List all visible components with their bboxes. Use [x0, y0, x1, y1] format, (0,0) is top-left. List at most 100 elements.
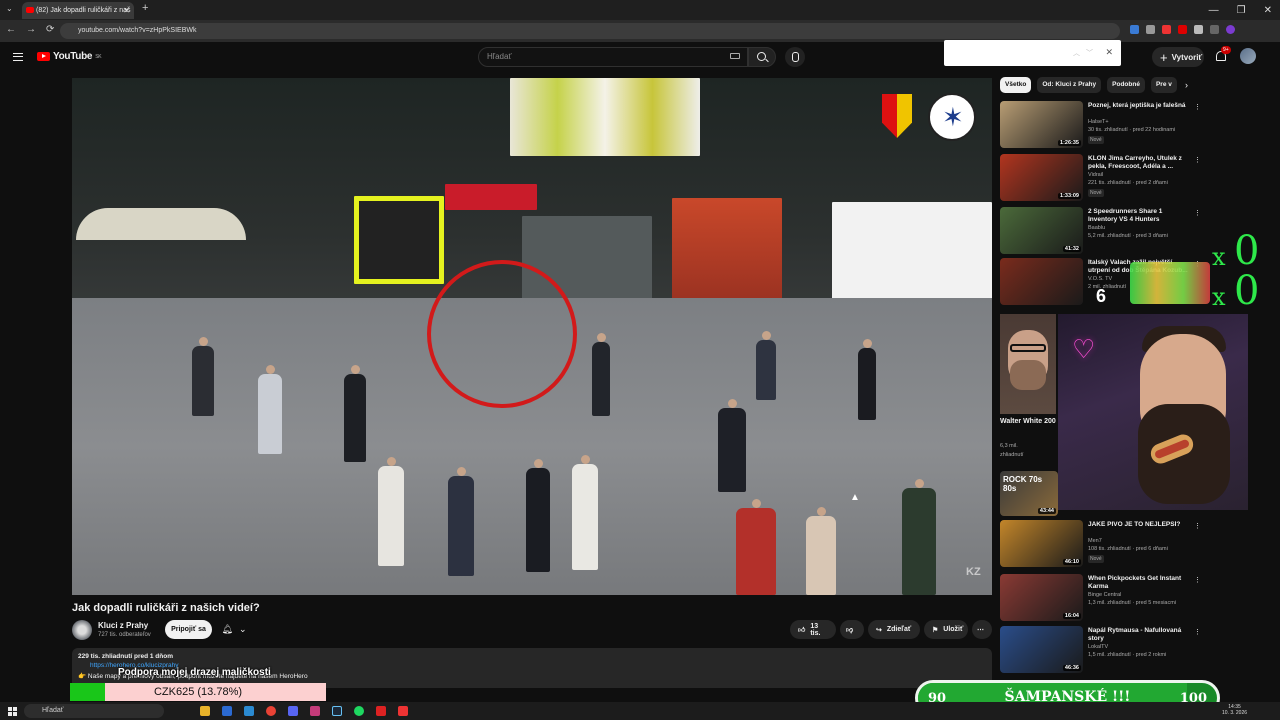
related-title[interactable]: Poznej, která jeptiška je falešná: [1088, 102, 1188, 110]
extension-icon[interactable]: [1130, 25, 1139, 34]
more-vert-icon[interactable]: ⋮: [1194, 522, 1201, 530]
windows-start-icon[interactable]: [8, 707, 17, 716]
related-stats: 221 tis. zhliadnutí · pred 2 dňami: [1088, 180, 1168, 186]
video-watermark: KZ: [966, 566, 981, 578]
youtube-logo[interactable]: YouTube SK: [37, 51, 102, 62]
scene-person: [806, 507, 836, 595]
tab-list-icon[interactable]: ⌄: [6, 4, 13, 13]
account-avatar[interactable]: [1240, 48, 1256, 64]
dislike-button[interactable]: 👎︎: [840, 620, 864, 639]
join-button[interactable]: Pripojiť sa: [165, 620, 212, 639]
save-button[interactable]: ⚑ Uložiť: [924, 620, 968, 639]
share-button[interactable]: ↪ Zdieľať: [868, 620, 920, 639]
search-button[interactable]: [748, 47, 776, 67]
steam-icon[interactable]: [332, 706, 342, 716]
app-icon[interactable]: [288, 706, 298, 716]
chip-related[interactable]: Podobné: [1107, 77, 1145, 93]
app-icon[interactable]: [310, 706, 320, 716]
related-video[interactable]: 1:26:35 Poznej, která jeptiška je falešná…: [1000, 101, 1201, 149]
app-icon[interactable]: [222, 706, 232, 716]
find-arrows-icon[interactable]: ︿﹀: [1073, 48, 1099, 58]
video-player[interactable]: KZ ▲: [72, 78, 992, 595]
app-icon[interactable]: [244, 706, 254, 716]
channel-avatar[interactable]: [72, 620, 92, 640]
extension-icon[interactable]: [1146, 25, 1155, 34]
nav-buttons[interactable]: ←→⟳: [6, 24, 64, 35]
related-video[interactable]: 41:32 2 Speedrunners Share 1 Inventory VS…: [1000, 207, 1201, 255]
app-icon[interactable]: [376, 706, 386, 716]
related-thumbnail[interactable]: [1000, 258, 1083, 305]
chip-for-you[interactable]: Pre v: [1150, 77, 1177, 93]
more-vert-icon[interactable]: ⋮: [1194, 628, 1201, 636]
rock-thumbnail[interactable]: ROCK 70s 80s 43:44: [1000, 471, 1058, 519]
scene-person: [736, 499, 776, 595]
related-video[interactable]: 1:33:09 KLON Jima Carreyho, Útulek z pekl…: [1000, 154, 1201, 202]
notification-toggle[interactable]: 🔔︎ ⌄: [216, 620, 252, 639]
chip-all[interactable]: Všetko: [1000, 77, 1032, 93]
related-channel[interactable]: Men7: [1088, 538, 1102, 544]
related-channel[interactable]: V.O.S. TV: [1088, 276, 1112, 282]
related-title[interactable]: 2 Speedrunners Share 1 Inventory VS 4 Hu…: [1088, 208, 1188, 224]
scene-person: [592, 333, 610, 416]
related-thumbnail[interactable]: 46:36: [1000, 626, 1083, 673]
keyboard-icon[interactable]: [730, 53, 740, 59]
close-window-icon[interactable]: ✕: [1264, 5, 1272, 16]
neon-heart-icon: ♡: [1072, 334, 1096, 364]
related-video[interactable]: 46:10 JAKÉ PIVO JE TO NEJLEPŠÍ? Men7 108 ti…: [1000, 520, 1201, 568]
search-input[interactable]: Hľadať: [478, 47, 748, 67]
app-icon[interactable]: [200, 706, 210, 716]
minimize-icon[interactable]: —: [1209, 5, 1219, 16]
new-tab-button[interactable]: +: [142, 2, 148, 14]
related-channel[interactable]: Binge Central: [1088, 592, 1121, 598]
browser-tabbar: ⌄ (82) Jak dopadli ruličkáři z naš ✕ + —…: [0, 0, 1280, 20]
voice-search-icon[interactable]: [785, 47, 805, 67]
related-title[interactable]: Napál Rytmausa - Nafullovaná story: [1088, 627, 1188, 643]
spotify-icon[interactable]: [354, 706, 364, 716]
related-thumbnail[interactable]: 1:33:09: [1000, 154, 1083, 201]
related-thumbnail[interactable]: 16:04: [1000, 574, 1083, 621]
url-field[interactable]: youtube.com/watch?v=zHpPkSIEBWk: [60, 23, 1120, 39]
hamburger-menu-icon[interactable]: [13, 53, 23, 61]
related-thumbnail[interactable]: 1:26:35: [1000, 101, 1083, 148]
profile-icon[interactable]: [1226, 25, 1235, 34]
walter-white-thumbnail[interactable]: [1000, 314, 1056, 414]
related-thumbnail[interactable]: 46:10: [1000, 520, 1083, 567]
like-button[interactable]: 👍︎ 13 tis.: [790, 620, 836, 639]
related-title[interactable]: KLON Jima Carreyho, Útulek z pekla, Free…: [1088, 155, 1188, 171]
tab-close-icon[interactable]: ✕: [123, 6, 130, 15]
app-icon[interactable]: [398, 706, 408, 716]
taskbar-clock[interactable]: 14:35 10. 3. 2026: [1222, 704, 1247, 716]
more-vert-icon[interactable]: ⋮: [1194, 576, 1201, 584]
video-title: Jak dopadli ruličkáři z našich videí?: [72, 602, 260, 614]
chevron-right-icon[interactable]: ›: [1185, 80, 1188, 90]
related-channel[interactable]: HalseT+: [1088, 119, 1109, 125]
extension-icon[interactable]: [1178, 25, 1187, 34]
related-video[interactable]: 16:04 When Pickpockets Get Instant Karma B…: [1000, 574, 1201, 622]
chrome-icon[interactable]: [266, 706, 276, 716]
extension-icon[interactable]: [1210, 25, 1219, 34]
related-title[interactable]: When Pickpockets Get Instant Karma: [1088, 575, 1188, 591]
create-label: Vytvoriť: [1171, 52, 1203, 62]
more-actions-button[interactable]: ⋯: [972, 620, 992, 639]
chip-from-channel[interactable]: Od: Kluci z Prahy: [1037, 77, 1102, 93]
extension-icon[interactable]: [1162, 25, 1171, 34]
more-vert-icon[interactable]: ⋮: [1194, 156, 1201, 164]
maximize-icon[interactable]: ❐: [1237, 5, 1246, 16]
taskbar-search[interactable]: Hľadať: [24, 704, 164, 718]
browser-tab-active[interactable]: (82) Jak dopadli ruličkáři z naš ✕: [22, 2, 134, 19]
walter-white-views: 6,3 mil.: [1000, 443, 1018, 449]
related-channel[interactable]: Baablu: [1088, 225, 1105, 231]
popup-close-icon[interactable]: ✕: [1105, 47, 1113, 58]
channel-name[interactable]: Kluci z Prahy: [98, 621, 148, 630]
related-channel[interactable]: LokalTV: [1088, 644, 1108, 650]
plus-icon: +: [1160, 49, 1168, 65]
related-thumbnail[interactable]: 41:32: [1000, 207, 1083, 254]
more-vert-icon[interactable]: ⋮: [1194, 103, 1201, 111]
related-channel[interactable]: Vidrail: [1088, 172, 1103, 178]
create-button[interactable]: + Vytvoriť: [1152, 47, 1204, 67]
more-vert-icon[interactable]: ⋮: [1194, 209, 1201, 217]
related-video[interactable]: 46:36 Napál Rytmausa - Nafullovaná story L…: [1000, 626, 1201, 674]
share-icon: ↪: [876, 626, 882, 634]
related-title[interactable]: JAKÉ PIVO JE TO NEJLEPŠÍ?: [1088, 521, 1188, 529]
extension-icon[interactable]: [1194, 25, 1203, 34]
